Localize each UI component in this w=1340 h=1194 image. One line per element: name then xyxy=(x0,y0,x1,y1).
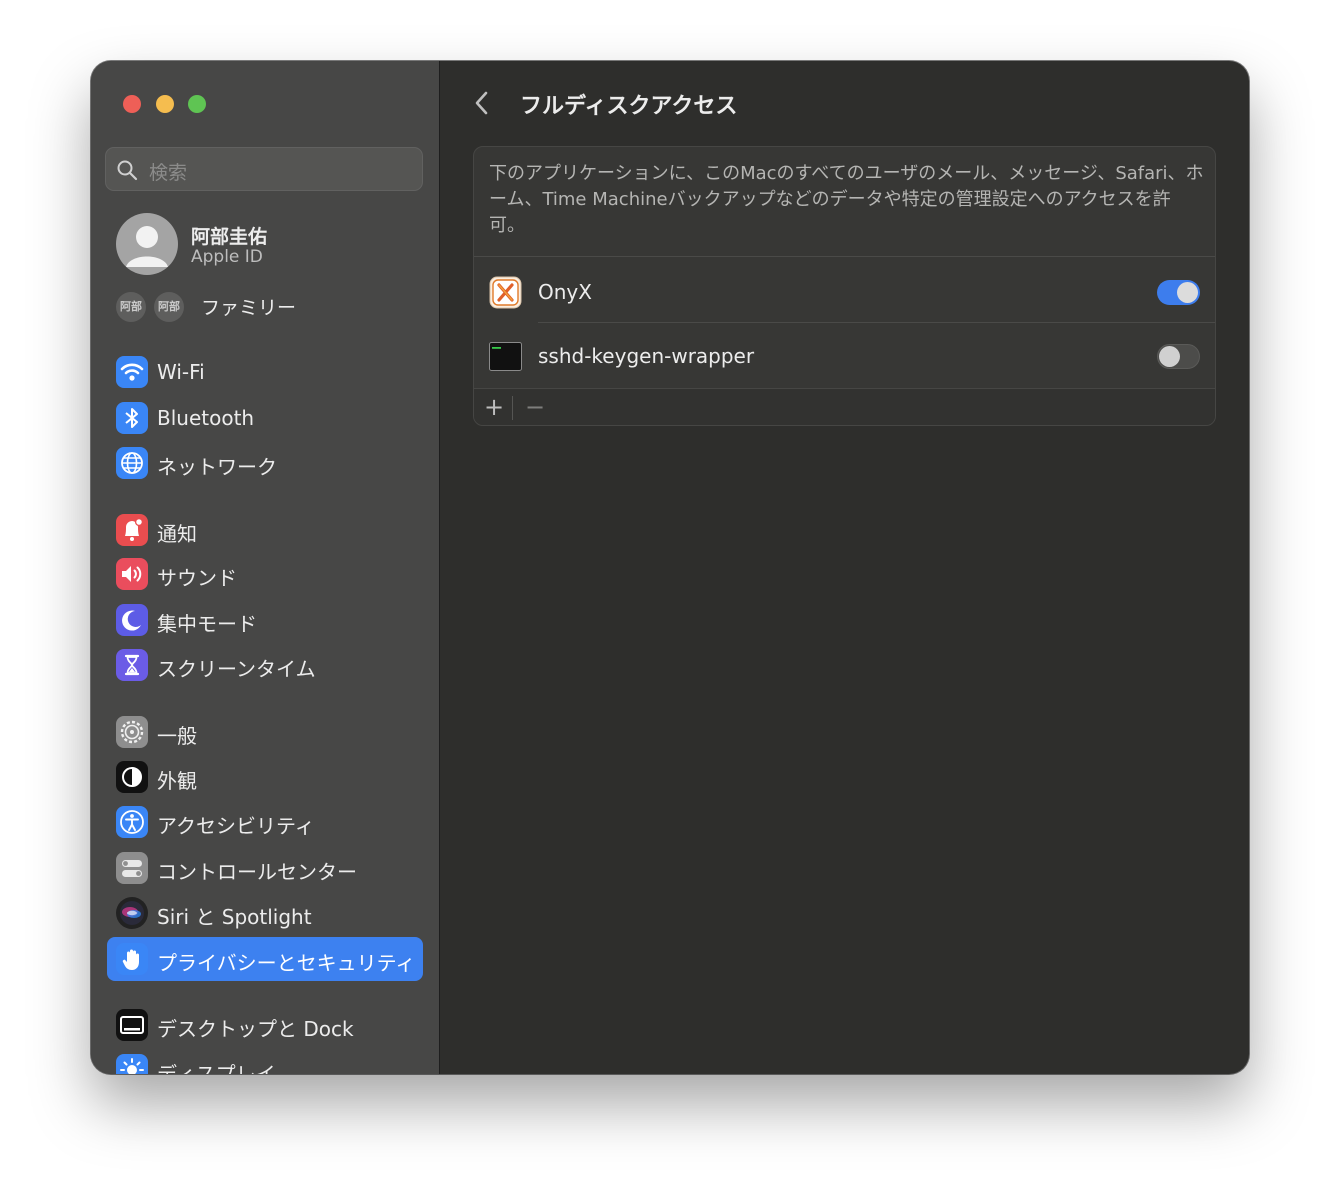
control-center-icon xyxy=(116,852,148,884)
display-icon xyxy=(116,1054,148,1074)
sidebar-item-label: Bluetooth xyxy=(157,406,255,430)
remove-app-button[interactable]: − xyxy=(525,393,545,421)
settings-window: 検索 阿部圭佑 Apple ID 阿部 阿部 ファミリー Wi-Fi Bluet… xyxy=(91,61,1249,1074)
sidebar-item-desktop-dock[interactable]: デスクトップと Dock xyxy=(107,1003,423,1047)
profile-subtitle: Apple ID xyxy=(191,247,263,267)
bell-icon xyxy=(116,514,148,546)
family-member-avatar: 阿部 xyxy=(154,292,184,322)
minimize-window-button[interactable] xyxy=(156,95,174,113)
list-footer: + − xyxy=(474,388,1215,425)
siri-icon xyxy=(116,897,148,929)
wifi-icon xyxy=(116,356,148,388)
full-disk-access-panel: 下のアプリケーションに、このMacのすべてのユーザのメール、メッセージ、Safa… xyxy=(473,146,1216,426)
family-item[interactable]: 阿部 阿部 ファミリー xyxy=(116,290,416,322)
onyx-access-toggle[interactable] xyxy=(1157,280,1200,305)
profile-name: 阿部圭佑 xyxy=(191,226,268,248)
close-window-button[interactable] xyxy=(123,95,141,113)
family-label: ファミリー xyxy=(201,297,297,319)
moon-icon xyxy=(116,604,148,636)
sidebar-item-label: 一般 xyxy=(157,724,197,748)
add-app-button[interactable]: + xyxy=(484,393,504,421)
speaker-icon xyxy=(116,558,148,590)
apple-id-profile[interactable]: 阿部圭佑 Apple ID xyxy=(116,213,416,275)
sidebar-item-general[interactable]: 一般 xyxy=(107,710,423,754)
dock-icon xyxy=(116,1009,148,1041)
globe-icon xyxy=(116,447,148,479)
sidebar-item-sound[interactable]: サウンド xyxy=(107,552,423,596)
sidebar-item-label: 通知 xyxy=(157,522,197,546)
back-chevron-icon[interactable] xyxy=(470,89,494,117)
sidebar-item-displays[interactable]: ディスプレイ xyxy=(107,1048,423,1074)
search-field[interactable]: 検索 xyxy=(105,147,423,191)
sidebar-item-label: プライバシーとセキュリティ xyxy=(157,951,416,975)
sidebar-item-appearance[interactable]: 外観 xyxy=(107,755,423,799)
app-name: sshd-keygen-wrapper xyxy=(538,344,755,368)
sidebar-item-wifi[interactable]: Wi-Fi xyxy=(107,350,423,394)
sidebar-item-privacy-security[interactable]: プライバシーとセキュリティ xyxy=(107,937,423,981)
terminal-exec-icon xyxy=(489,342,522,371)
hourglass-icon xyxy=(116,649,148,681)
sidebar-item-control-center[interactable]: コントロールセンター xyxy=(107,846,423,890)
sidebar-item-bluetooth[interactable]: Bluetooth xyxy=(107,396,423,440)
sidebar-item-label: 集中モード xyxy=(157,612,257,636)
app-row-onyx[interactable]: OnyX xyxy=(474,260,1215,324)
bluetooth-icon xyxy=(116,402,148,434)
search-placeholder: 検索 xyxy=(149,162,188,184)
sidebar-item-label: デスクトップと Dock xyxy=(157,1017,354,1041)
sidebar-item-label: Siri と Spotlight xyxy=(157,905,312,929)
gear-icon xyxy=(116,716,148,748)
sidebar-item-label: サウンド xyxy=(157,566,237,590)
panel-description: 下のアプリケーションに、このMacのすべてのユーザのメール、メッセージ、Safa… xyxy=(489,163,1204,236)
divider xyxy=(474,256,1215,257)
onyx-app-icon xyxy=(489,276,522,309)
sidebar: 検索 阿部圭佑 Apple ID 阿部 阿部 ファミリー Wi-Fi Bluet… xyxy=(91,61,440,1074)
sshd-keygen-wrapper-access-toggle[interactable] xyxy=(1157,344,1200,369)
zoom-window-button[interactable] xyxy=(188,95,206,113)
sidebar-item-focus[interactable]: 集中モード xyxy=(107,598,423,642)
search-icon xyxy=(117,160,138,181)
sidebar-item-label: 外観 xyxy=(157,769,197,793)
divider xyxy=(538,322,1215,323)
sidebar-item-label: スクリーンタイム xyxy=(157,657,316,681)
hand-icon xyxy=(116,943,148,975)
sidebar-item-siri-spotlight[interactable]: Siri と Spotlight xyxy=(107,891,423,935)
accessibility-icon xyxy=(116,806,148,838)
sidebar-item-notifications[interactable]: 通知 xyxy=(107,508,423,552)
avatar xyxy=(116,213,178,275)
person-icon xyxy=(126,226,168,267)
content-pane: フルディスクアクセス 下のアプリケーションに、このMacのすべてのユーザのメール… xyxy=(440,61,1249,1074)
divider xyxy=(512,396,513,420)
page-title: フルディスクアクセス xyxy=(520,94,738,119)
sidebar-item-screen-time[interactable]: スクリーンタイム xyxy=(107,643,423,687)
sidebar-item-label: ネットワーク xyxy=(157,455,277,479)
sidebar-item-label: Wi-Fi xyxy=(157,360,205,384)
app-name: OnyX xyxy=(538,280,592,304)
sidebar-item-accessibility[interactable]: アクセシビリティ xyxy=(107,800,423,844)
sidebar-item-label: ディスプレイ xyxy=(157,1062,276,1074)
toggle-knob xyxy=(1159,346,1180,367)
family-member-avatar: 阿部 xyxy=(116,292,146,322)
toggle-knob xyxy=(1177,282,1198,303)
sidebar-item-network[interactable]: ネットワーク xyxy=(107,441,423,485)
sidebar-item-label: アクセシビリティ xyxy=(157,814,315,838)
app-row-sshd-keygen-wrapper[interactable]: sshd-keygen-wrapper xyxy=(474,324,1215,388)
appearance-icon xyxy=(116,761,148,793)
sidebar-item-label: コントロールセンター xyxy=(157,860,357,884)
